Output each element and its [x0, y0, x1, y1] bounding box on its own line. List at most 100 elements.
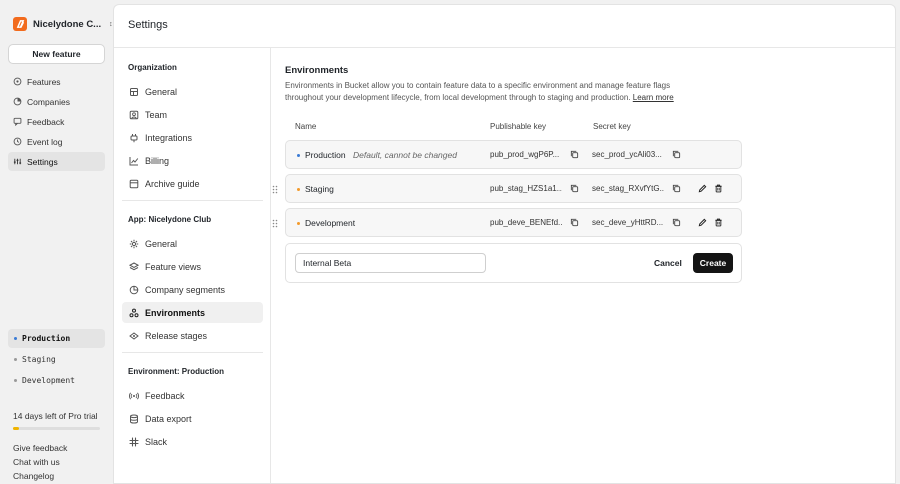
- gear-icon: [129, 239, 139, 248]
- building-icon: [130, 87, 138, 96]
- copy-icon[interactable]: [569, 183, 580, 194]
- copy-icon[interactable]: [671, 149, 682, 160]
- settings-item-environments[interactable]: Environments: [122, 302, 263, 323]
- settings-item-billing[interactable]: Billing: [122, 150, 263, 171]
- section-heading-environment: Environment: Production: [128, 367, 224, 376]
- settings-item-env-feedback[interactable]: Feedback: [122, 385, 263, 406]
- environments-icon: [129, 308, 139, 317]
- env-item-label: Staging: [22, 355, 56, 364]
- env-item-staging[interactable]: Staging: [8, 350, 105, 369]
- settings-item-label: Release stages: [145, 330, 208, 341]
- trash-icon[interactable]: [713, 217, 724, 228]
- archive-icon: [129, 179, 139, 188]
- settings-item-label: General: [145, 86, 178, 97]
- column-header-secret-key: Secret key: [593, 122, 631, 131]
- environment-note: Default, cannot be changed: [353, 150, 457, 160]
- changelog-link[interactable]: Changelog: [13, 470, 67, 484]
- org-name: Nicelydone C...: [33, 18, 102, 30]
- settings-item-slack[interactable]: Slack: [122, 431, 263, 452]
- cancel-button[interactable]: Cancel: [648, 253, 688, 273]
- env-dot-icon: [14, 337, 17, 340]
- copy-icon[interactable]: [569, 217, 580, 228]
- settings-item-label: Data export: [145, 413, 192, 424]
- nav-item-features[interactable]: Features: [8, 72, 105, 91]
- feedback-icon: [13, 117, 22, 126]
- database-icon: [130, 414, 138, 423]
- env-dot-icon: [297, 154, 300, 157]
- settings-item-label: Feedback: [145, 390, 185, 401]
- copy-icon[interactable]: [671, 217, 682, 228]
- environment-row-production: Production Default, cannot be changed pu…: [285, 140, 742, 169]
- nav-item-label: Feedback: [27, 116, 65, 127]
- environment-name: Development: [305, 218, 356, 228]
- env-dot-icon: [297, 188, 300, 191]
- nav-item-event-log[interactable]: Event log: [8, 132, 105, 151]
- settings-item-team[interactable]: Team: [122, 104, 263, 125]
- settings-item-label: Feature views: [145, 261, 202, 272]
- chat-with-us-link[interactable]: Chat with us: [13, 456, 67, 470]
- settings-item-general[interactable]: General: [122, 81, 263, 102]
- description-text: Environments in Bucket allow you to cont…: [285, 81, 671, 102]
- main-nav: Features Companies Feedback Event log Se…: [8, 72, 105, 172]
- broadcast-icon: [129, 392, 139, 399]
- env-item-development[interactable]: Development: [8, 371, 105, 390]
- settings-item-label: Team: [145, 109, 168, 120]
- settings-item-label: General: [145, 238, 178, 249]
- copy-icon[interactable]: [671, 183, 682, 194]
- event-log-icon: [13, 137, 22, 146]
- settings-item-data-export[interactable]: Data export: [122, 408, 263, 429]
- copy-icon[interactable]: [569, 149, 580, 160]
- org-switcher[interactable]: Nicelydone C... ↕: [13, 17, 113, 31]
- sidebar-footer: Give feedback Chat with us Changelog: [13, 442, 67, 484]
- settings-item-release-stages[interactable]: Release stages: [122, 325, 263, 346]
- column-header-name: Name: [295, 122, 317, 131]
- publishable-key-value: pub_prod_wgP6P...: [490, 150, 560, 159]
- settings-item-app-general[interactable]: General: [122, 233, 263, 254]
- env-item-production[interactable]: Production: [8, 329, 105, 348]
- environment-name: Production: [305, 150, 346, 160]
- pie-chart-icon: [129, 285, 139, 294]
- slack-icon: [129, 436, 139, 447]
- settings-item-archive-guide[interactable]: Archive guide: [122, 173, 263, 194]
- page-title: Settings: [128, 19, 168, 31]
- environment-row-development: Development pub_deve_BENEfd... sec_deve_…: [272, 208, 742, 237]
- section-title: Environments: [285, 65, 349, 76]
- environment-row-staging: Staging pub_stag_HZS1a1... sec_stag_RXvf…: [272, 174, 742, 203]
- settings-item-company-segments[interactable]: Company segments: [122, 279, 263, 300]
- divider: [122, 352, 263, 353]
- settings-item-integrations[interactable]: Integrations: [122, 127, 263, 148]
- pencil-icon[interactable]: [697, 183, 708, 194]
- trash-icon[interactable]: [713, 183, 724, 194]
- new-feature-button[interactable]: New feature: [8, 44, 105, 64]
- settings-item-label: Environments: [145, 307, 206, 318]
- environment-name: Staging: [305, 184, 334, 194]
- secret-key-value: sec_prod_ycAli03...: [592, 150, 662, 159]
- settings-item-feature-views[interactable]: Feature views: [122, 256, 263, 277]
- pencil-icon[interactable]: [697, 217, 708, 228]
- environment-name-input[interactable]: [295, 253, 486, 273]
- nav-item-label: Companies: [27, 96, 70, 107]
- nav-item-label: Settings: [27, 156, 58, 167]
- trial-status: 14 days left of Pro trial: [13, 411, 98, 421]
- settings-nav: Organization General Team Integrations B…: [114, 48, 271, 483]
- environment-switcher: Production Staging Development: [8, 329, 105, 392]
- secret-key-value: sec_stag_RXvfYtG...: [592, 184, 664, 193]
- trial-progress-bar: [13, 427, 100, 430]
- env-dot-icon: [14, 379, 17, 382]
- nav-item-companies[interactable]: Companies: [8, 92, 105, 111]
- release-stages-icon: [129, 331, 139, 340]
- drag-handle-icon[interactable]: [272, 185, 278, 194]
- companies-icon: [13, 97, 22, 106]
- nav-item-settings[interactable]: Settings: [8, 152, 105, 171]
- create-button[interactable]: Create: [693, 253, 733, 273]
- drag-handle-icon[interactable]: [272, 219, 278, 228]
- trial-progress-fill: [13, 427, 20, 430]
- give-feedback-link[interactable]: Give feedback: [13, 442, 67, 456]
- settings-item-label: Billing: [145, 155, 170, 166]
- learn-more-link[interactable]: Learn more: [633, 93, 674, 102]
- nav-item-label: Event log: [27, 136, 63, 147]
- section-heading-organization: Organization: [128, 63, 177, 72]
- nav-item-feedback[interactable]: Feedback: [8, 112, 105, 131]
- env-item-label: Development: [22, 376, 75, 385]
- layers-icon: [129, 261, 139, 270]
